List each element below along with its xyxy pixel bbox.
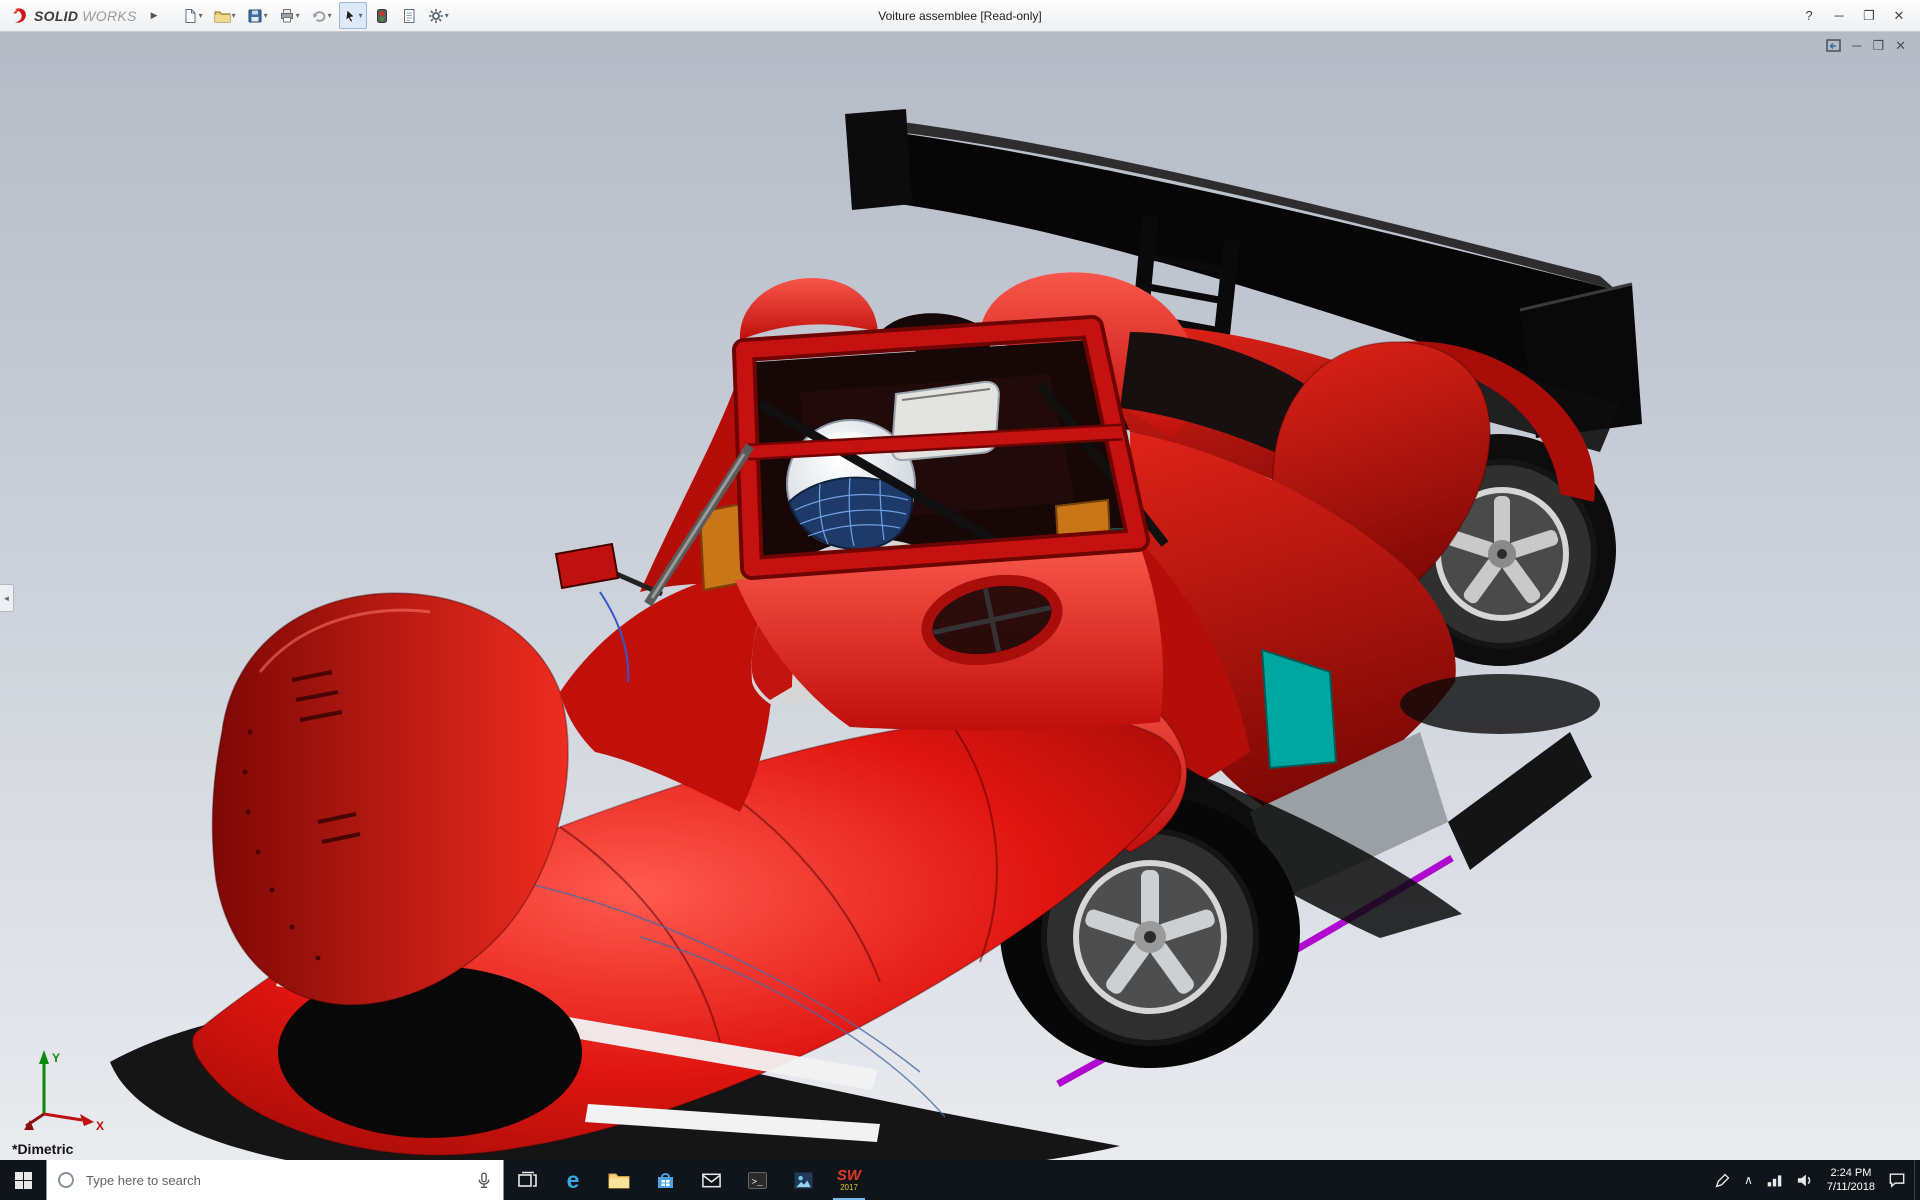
brand-text-solid: SOLID [34, 8, 78, 24]
command-prompt-button[interactable]: >_ [734, 1160, 780, 1200]
open-button[interactable]: ▾ [210, 2, 240, 29]
options-gear-icon [428, 8, 444, 24]
mail-icon [701, 1171, 722, 1189]
photos-icon [793, 1171, 814, 1190]
solidworks-brand: SOLIDWORKS [0, 6, 145, 26]
edge-button[interactable]: e [550, 1160, 596, 1200]
svg-text:>_: >_ [751, 1176, 763, 1187]
rebuild-button[interactable] [370, 2, 394, 29]
child-window-minimize-icon[interactable]: ─ [1852, 39, 1861, 52]
command-prompt-icon: >_ [747, 1171, 768, 1190]
close-button[interactable]: ✕ [1884, 3, 1914, 28]
child-window-collapse-icon[interactable] [1826, 39, 1841, 52]
windows-logo-icon [15, 1172, 32, 1189]
mail-button[interactable] [688, 1160, 734, 1200]
solidworks-window: SOLIDWORKS ▶ ▾ ▾ ▾ ▾ ▾ [0, 0, 1920, 1200]
save-button[interactable]: ▾ [243, 2, 272, 29]
print-caret[interactable]: ▾ [296, 11, 300, 20]
quick-access-toolbar: ▾ ▾ ▾ ▾ ▾ ▾ [178, 2, 453, 29]
sw-letters: SW [837, 1168, 861, 1183]
select-cursor-icon [343, 8, 358, 24]
show-desktop-button[interactable] [1914, 1160, 1920, 1200]
start-button[interactable] [0, 1160, 46, 1200]
clock-date: 7/11/2018 [1827, 1180, 1875, 1194]
triad-x-label: X [96, 1119, 104, 1133]
windows-ink-pen-icon[interactable] [1714, 1172, 1731, 1189]
select-tool-button[interactable]: ▾ [339, 2, 367, 29]
window-controls: ? ─ ❐ ✕ [1794, 3, 1920, 28]
select-caret[interactable]: ▾ [359, 11, 363, 20]
volume-icon[interactable] [1796, 1172, 1814, 1188]
clock-time: 2:24 PM [1827, 1166, 1875, 1180]
file-explorer-icon [608, 1171, 630, 1190]
file-properties-icon [401, 8, 417, 24]
network-icon[interactable] [1766, 1173, 1783, 1188]
store-button[interactable] [642, 1160, 688, 1200]
orientation-triad: Y X [14, 1044, 110, 1134]
side-mirror[interactable] [556, 544, 618, 588]
titlebar: SOLIDWORKS ▶ ▾ ▾ ▾ ▾ ▾ [0, 0, 1920, 32]
sw-year: 2017 [840, 1184, 858, 1192]
graphics-viewport[interactable]: ─ ❐ ✕ ◄ Y X *Dimetric [0, 32, 1920, 1160]
menu-expand-arrow[interactable]: ▶ [145, 10, 164, 21]
save-icon [247, 8, 263, 24]
photos-button[interactable] [780, 1160, 826, 1200]
solidworks-taskbar-icon: SW 2017 [837, 1168, 861, 1192]
task-view-icon [517, 1170, 538, 1190]
child-window-close-icon[interactable]: ✕ [1895, 39, 1906, 52]
view-orientation-label: *Dimetric [12, 1141, 73, 1157]
cortana-circle-icon [57, 1171, 75, 1189]
task-view-button[interactable] [504, 1160, 550, 1200]
options-caret[interactable]: ▾ [445, 11, 449, 20]
search-input[interactable] [84, 1172, 466, 1189]
system-tray: ∧ 2:24 PM 7/11/2018 [1706, 1160, 1914, 1200]
file-properties-button[interactable] [397, 2, 421, 29]
new-document-button[interactable]: ▾ [178, 2, 207, 29]
open-folder-icon [214, 8, 231, 24]
microphone-icon[interactable] [475, 1170, 493, 1190]
taskbar-search[interactable] [46, 1160, 504, 1200]
file-explorer-button[interactable] [596, 1160, 642, 1200]
windows-taskbar: e >_ SW 2017 ∧ 2 [0, 1160, 1920, 1200]
edge-icon: e [567, 1167, 580, 1194]
undo-button[interactable]: ▾ [307, 2, 336, 29]
store-icon [655, 1170, 676, 1190]
new-document-caret[interactable]: ▾ [199, 11, 203, 20]
options-button[interactable]: ▾ [424, 2, 453, 29]
minimize-button[interactable]: ─ [1824, 3, 1854, 28]
open-caret[interactable]: ▾ [232, 11, 236, 20]
child-window-restore-icon[interactable]: ❐ [1872, 39, 1884, 52]
help-button[interactable]: ? [1794, 3, 1824, 28]
triad-y-label: Y [52, 1051, 60, 1065]
featuremanager-flyout-arrow[interactable]: ◄ [0, 584, 14, 612]
print-button[interactable]: ▾ [275, 2, 304, 29]
undo-caret[interactable]: ▾ [328, 11, 332, 20]
new-document-icon [182, 8, 198, 24]
tray-chevron-up-icon[interactable]: ∧ [1744, 1173, 1753, 1187]
document-window-controls: ─ ❐ ✕ [1826, 39, 1906, 52]
save-caret[interactable]: ▾ [264, 11, 268, 20]
print-icon [279, 8, 295, 24]
rebuild-icon [374, 8, 390, 24]
undo-icon [311, 8, 327, 24]
action-center-icon[interactable] [1888, 1172, 1906, 1188]
maximize-button[interactable]: ❐ [1854, 3, 1884, 28]
solidworks-taskbar-button[interactable]: SW 2017 [826, 1160, 872, 1200]
brand-text-works: WORKS [82, 8, 136, 24]
3d-model-canvas[interactable] [0, 32, 1920, 1160]
taskbar-clock[interactable]: 2:24 PM 7/11/2018 [1827, 1166, 1875, 1194]
solidworks-logo-icon [10, 6, 30, 26]
